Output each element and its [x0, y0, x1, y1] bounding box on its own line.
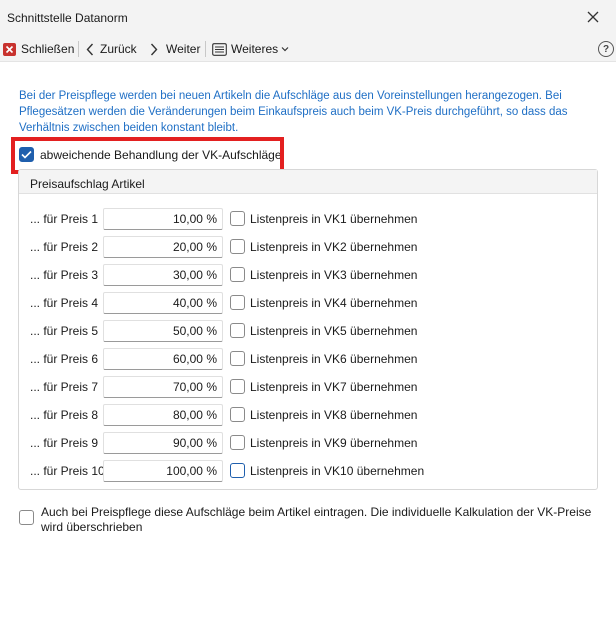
close-square-icon: [3, 42, 16, 56]
list-price-checkbox[interactable]: [230, 351, 245, 366]
list-price-checkbox-label: Listenpreis in VK10 übernehmen: [250, 464, 425, 478]
price-markup-input[interactable]: 70,00 %: [103, 376, 223, 398]
window-title: Schnittstelle Datanorm: [7, 11, 128, 25]
back-button-label: Zurück: [100, 42, 137, 56]
back-button[interactable]: Zurück: [86, 36, 137, 62]
price-markup-input[interactable]: 20,00 %: [103, 236, 223, 258]
price-row-label: ... für Preis 5: [30, 324, 99, 338]
list-price-checkbox[interactable]: [230, 463, 245, 478]
more-button-label: Weiteres: [231, 42, 279, 56]
chevron-right-icon: [150, 43, 158, 56]
price-row-label: ... für Preis 4: [30, 296, 99, 310]
close-x-icon[interactable]: [586, 10, 600, 24]
list-price-checkbox-label: Listenpreis in VK5 übernehmen: [250, 324, 418, 338]
price-markup-input[interactable]: 40,00 %: [103, 292, 223, 314]
help-icon[interactable]: ?: [598, 41, 614, 57]
price-markup-input[interactable]: 50,00 %: [103, 320, 223, 342]
price-maintenance-checkbox[interactable]: Auch bei Preispflege diese Aufschläge be…: [19, 505, 596, 535]
price-markup-input[interactable]: 10,00 %: [103, 208, 223, 230]
list-price-checkbox-label: Listenpreis in VK7 übernehmen: [250, 380, 418, 394]
group-title: Preisaufschlag Artikel: [30, 177, 145, 191]
list-price-checkbox-label: Listenpreis in VK3 übernehmen: [250, 268, 418, 282]
next-button-label: Weiter: [166, 42, 201, 56]
list-price-checkbox-label: Listenpreis in VK8 übernehmen: [250, 408, 418, 422]
list-price-checkbox-label: Listenpreis in VK6 übernehmen: [250, 352, 418, 366]
list-price-checkbox[interactable]: [230, 379, 245, 394]
info-text: Bei der Preispflege werden bei neuen Art…: [19, 90, 568, 134]
price-maintenance-label: Auch bei Preispflege diese Aufschläge be…: [41, 505, 592, 534]
price-row-label: ... für Preis 7: [30, 380, 99, 394]
close-button-label: Schließen: [21, 42, 75, 56]
price-row-label: ... für Preis 3: [30, 268, 99, 282]
price-row-label: ... für Preis 10: [30, 464, 105, 478]
title-bar: Schnittstelle Datanorm: [0, 0, 616, 36]
chevron-down-icon: [281, 46, 289, 52]
price-row-label: ... für Preis 8: [30, 408, 99, 422]
list-price-checkbox-label: Listenpreis in VK4 übernehmen: [250, 296, 418, 310]
price-row-label: ... für Preis 9: [30, 436, 99, 450]
toolbar-divider: [205, 41, 206, 57]
next-button[interactable]: Weiter: [150, 36, 200, 62]
chevron-left-icon: [86, 43, 94, 56]
price-markup-input[interactable]: 90,00 %: [103, 432, 223, 454]
price-row-label: ... für Preis 2: [30, 240, 99, 254]
price-markup-input[interactable]: 30,00 %: [103, 264, 223, 286]
price-row-label: ... für Preis 1: [30, 212, 99, 226]
more-button[interactable]: Weiteres: [212, 36, 289, 62]
list-price-checkbox-label: Listenpreis in VK2 übernehmen: [250, 240, 418, 254]
list-price-checkbox[interactable]: [230, 323, 245, 338]
price-markup-input[interactable]: 80,00 %: [103, 404, 223, 426]
toolbar-divider: [78, 41, 79, 57]
price-markup-input[interactable]: 60,00 %: [103, 348, 223, 370]
list-price-checkbox-label: Listenpreis in VK9 übernehmen: [250, 436, 418, 450]
list-icon: [212, 42, 227, 56]
list-price-checkbox[interactable]: [230, 407, 245, 422]
list-price-checkbox-label: Listenpreis in VK1 übernehmen: [250, 212, 418, 226]
list-price-checkbox[interactable]: [230, 211, 245, 226]
close-button[interactable]: Schließen: [3, 36, 74, 62]
list-price-checkbox[interactable]: [230, 435, 245, 450]
list-price-checkbox[interactable]: [230, 267, 245, 282]
price-row-label: ... für Preis 6: [30, 352, 99, 366]
toolbar: Schließen Zurück Weiter Weiteres: [0, 36, 616, 62]
checkbox[interactable]: [19, 510, 34, 525]
price-markup-input[interactable]: 100,00 %: [103, 460, 223, 482]
list-price-checkbox[interactable]: [230, 295, 245, 310]
list-price-checkbox[interactable]: [230, 239, 245, 254]
